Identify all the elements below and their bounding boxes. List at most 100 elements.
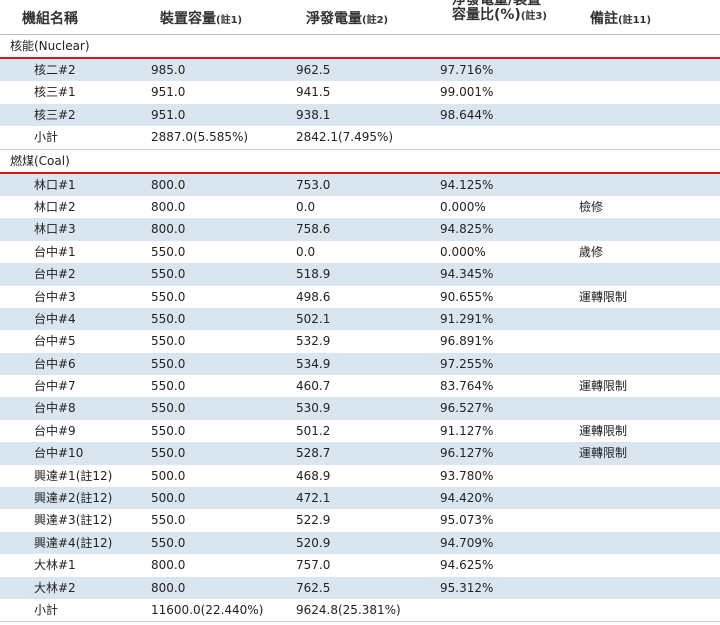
net-generation-cell: 757.0 — [296, 558, 331, 573]
capacity-cell: 500.0 — [151, 491, 186, 506]
ratio-cell: 97.255% — [440, 356, 494, 371]
ratio-cell: 0.000% — [440, 244, 486, 259]
coal-rows: 林口#1 800.0 753.0 94.125% 林口#2 800.0 0.0 0.000% 檢… — [0, 173, 720, 623]
unit-name-cell: 林口#3 — [34, 222, 76, 237]
capacity-cell: 985.0 — [151, 63, 186, 77]
ratio-cell: 94.125% — [440, 177, 494, 192]
table-row: 台中#5 550.0 532.9 96.891% — [0, 330, 720, 352]
column-header-capacity-label: 裝置容量 — [160, 11, 216, 27]
unit-name-cell: 台中#9 — [34, 423, 76, 438]
table-row: 台中#6 550.0 534.9 97.255% — [0, 352, 720, 376]
section-header-coal: 燃煤(Coal) — [0, 149, 720, 174]
unit-name-cell: 台中#10 — [34, 446, 84, 461]
column-header-net-generation: 淨發電量(註2) — [306, 8, 388, 28]
unit-name-cell: 林口#1 — [34, 177, 76, 192]
subtotal-label: 小計 — [34, 602, 59, 617]
net-generation-cell: 530.9 — [296, 401, 331, 416]
capacity-cell: 550.0 — [151, 289, 186, 304]
ratio-cell: 98.644% — [440, 107, 494, 122]
table-row: 興達#2(註12) 500.0 472.1 94.420% — [0, 487, 720, 510]
column-header-ratio-line2: 容量比(%) — [452, 7, 521, 23]
unit-name-cell: 興達#1(註12) — [34, 468, 113, 483]
net-generation-cell: 0.0 — [296, 199, 316, 214]
ratio-cell: 0.000% — [440, 199, 486, 214]
ratio-cell: 95.312% — [440, 580, 494, 595]
ratio-cell: 99.001% — [440, 85, 494, 100]
net-generation-cell: 753.0 — [296, 177, 331, 192]
ratio-cell: 94.825% — [440, 222, 494, 237]
net-generation-cell: 502.1 — [296, 311, 331, 326]
net-generation-cell: 941.5 — [296, 85, 331, 100]
column-header-remark-label: 備註 — [590, 11, 618, 27]
net-generation-cell: 938.1 — [296, 107, 331, 122]
net-generation-cell: 472.1 — [296, 491, 331, 506]
capacity-cell: 550.0 — [151, 446, 186, 461]
table-row: 核三#1 951.0 941.5 99.001% — [0, 81, 720, 103]
column-header-remark: 備註(註11) — [590, 8, 651, 28]
net-generation-cell: 498.6 — [296, 289, 331, 304]
column-header-capacity-note: (註1) — [216, 15, 243, 26]
column-header-unit-name: 機組名稱 — [22, 8, 78, 28]
subtotal-label: 小計 — [34, 130, 59, 145]
table-row: 興達#3(註12) 550.0 522.9 95.073% — [0, 509, 720, 531]
capacity-cell: 550.0 — [151, 379, 186, 394]
table-row: 大林#2 800.0 762.5 95.312% — [0, 576, 720, 599]
remark-cell: 運轉限制 — [579, 379, 628, 394]
column-header-ratio-note: (註3) — [520, 11, 547, 22]
unit-name-cell: 核三#2 — [34, 107, 76, 122]
column-header-capacity: 裝置容量(註1) — [160, 8, 242, 28]
unit-name-cell: 台中#8 — [34, 401, 76, 416]
net-generation-cell: 534.9 — [296, 356, 331, 371]
capacity-cell: 550.0 — [151, 267, 186, 282]
unit-name-cell: 林口#2 — [34, 199, 76, 214]
table-row: 林口#1 800.0 753.0 94.125% — [0, 173, 720, 196]
net-generation-cell: 468.9 — [296, 468, 331, 483]
subtotal-row: 小計 11600.0(22.440%) 9624.8(25.381%) — [0, 599, 720, 623]
net-generation-cell: 962.5 — [296, 63, 331, 77]
capacity-cell: 800.0 — [151, 199, 186, 214]
ratio-cell: 95.073% — [440, 513, 494, 528]
subtotal-capacity: 2887.0(5.585%) — [151, 130, 249, 145]
column-header-unit-name-label: 機組名稱 — [22, 11, 78, 27]
table-row: 台中#7 550.0 460.7 83.764% 運轉限制 — [0, 375, 720, 397]
net-generation-cell: 0.0 — [296, 244, 316, 259]
net-generation-cell: 758.6 — [296, 222, 331, 237]
net-generation-cell: 460.7 — [296, 379, 331, 394]
ratio-cell: 91.127% — [440, 423, 494, 438]
capacity-cell: 951.0 — [151, 85, 186, 100]
unit-name-cell: 興達#2(註12) — [34, 491, 113, 506]
remark-cell: 運轉限制 — [579, 289, 628, 304]
net-generation-cell: 520.9 — [296, 535, 331, 550]
nuclear-rows: 核二#2 985.0 962.5 97.716% 核三#1 951.0 941.5 99.00… — [0, 59, 720, 150]
ratio-cell: 96.127% — [440, 446, 494, 461]
remark-cell: 運轉限制 — [579, 423, 628, 438]
table-row: 台中#3 550.0 498.6 90.655% 運轉限制 — [0, 286, 720, 308]
net-generation-cell: 501.2 — [296, 423, 331, 438]
capacity-cell: 800.0 — [151, 580, 186, 595]
capacity-cell: 550.0 — [151, 423, 186, 438]
ratio-cell: 83.764% — [440, 379, 494, 394]
ratio-cell: 94.709% — [440, 535, 494, 550]
table-row: 興達#1(註12) 500.0 468.9 93.780% — [0, 465, 720, 487]
capacity-cell: 550.0 — [151, 334, 186, 349]
column-header-net-label: 淨發電量 — [306, 11, 362, 27]
table-row: 台中#1 550.0 0.0 0.000% 歲修 — [0, 241, 720, 263]
section-header-nuclear: 核能(Nuclear) — [0, 35, 720, 59]
unit-name-cell: 核三#1 — [34, 85, 76, 100]
unit-name-cell: 台中#6 — [34, 356, 76, 371]
capacity-cell: 550.0 — [151, 513, 186, 528]
unit-name-cell: 台中#2 — [34, 267, 76, 282]
capacity-cell: 550.0 — [151, 244, 186, 259]
ratio-cell: 96.891% — [440, 334, 494, 349]
table-row: 台中#8 550.0 530.9 96.527% — [0, 397, 720, 420]
subtotal-row: 小計 2887.0(5.585%) 2842.1(7.495%) — [0, 126, 720, 150]
capacity-cell: 550.0 — [151, 356, 186, 371]
ratio-cell: 96.527% — [440, 401, 494, 416]
table-row: 林口#2 800.0 0.0 0.000% 檢修 — [0, 196, 720, 218]
remark-cell: 運轉限制 — [579, 446, 628, 461]
column-header-net-note: (註2) — [362, 15, 389, 26]
table-row: 興達#4(註12) 550.0 520.9 94.709% — [0, 531, 720, 555]
capacity-cell: 550.0 — [151, 401, 186, 416]
table-row: 核二#2 985.0 962.5 97.716% — [0, 59, 720, 82]
capacity-cell: 951.0 — [151, 107, 186, 122]
